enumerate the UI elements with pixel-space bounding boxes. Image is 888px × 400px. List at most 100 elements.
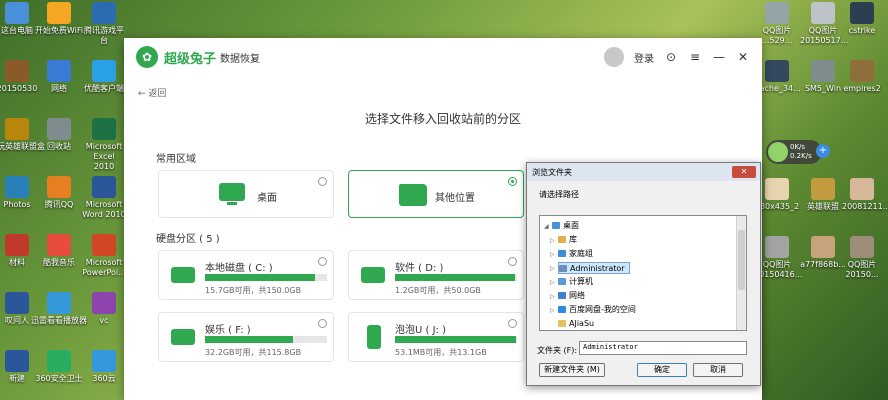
desktop-icon-right[interactable]: empires2 [842, 60, 882, 94]
drive-info: 15.7GB可用，共150.0GB [205, 286, 302, 295]
drive-usage-fill [205, 336, 293, 343]
desktop-icon[interactable]: 优酷客户端 [82, 60, 126, 94]
desktop-icon[interactable]: 迅雷看看播放器 [28, 292, 90, 326]
drive-card[interactable]: 泡泡U ( J: ) 53.1MB可用，共13.1GB [348, 312, 524, 362]
app-shortcut-icon [5, 176, 29, 198]
app-shortcut-icon [5, 350, 29, 372]
drive-radio[interactable] [508, 257, 517, 266]
tree-expand-arrow-icon[interactable]: ◢ [544, 223, 549, 230]
folder-icon [399, 184, 427, 206]
desktop-icon[interactable]: 腾讯QQ [28, 176, 90, 210]
desktop-icon-label: 腾讯QQ [44, 200, 74, 209]
tree-item[interactable]: 计算机 [558, 276, 597, 288]
app-shortcut-icon [92, 350, 116, 372]
tree-item-label: Administrator [570, 264, 625, 273]
desktop-icon-right[interactable]: 20081211... [842, 178, 888, 212]
drive-radio[interactable] [318, 257, 327, 266]
net-circle-icon [768, 142, 788, 162]
desktop-icon[interactable]: 腾讯游戏平台 [82, 2, 126, 46]
drive-info: 1.2GB可用，共50.0GB [395, 286, 481, 295]
desktop-icon[interactable]: vc [82, 292, 126, 326]
new-folder-button[interactable]: 新建文件夹 (M) [539, 363, 605, 377]
card-desktop[interactable]: 桌面 [158, 170, 334, 218]
image-file-icon [765, 60, 789, 82]
avatar[interactable] [604, 47, 624, 67]
tree-item[interactable]: 桌面 [552, 220, 583, 232]
desktop-icon-right[interactable]: SM5_Win [800, 60, 846, 94]
tree-expand-arrow-icon[interactable]: ▷ [550, 293, 555, 300]
net-speed-widget: 0K/s 0.2K/s + [766, 140, 830, 164]
radio-other-location[interactable] [508, 177, 517, 186]
desktop-icon[interactable]: Microsoft Excel 2010 [82, 118, 126, 172]
browse-folder-dialog: 浏览文件夹 ✕ 请选择路径 ◢ 桌面 ▷ 库 ▷ 家庭组 ▷ Administrator ▷ 计算… [526, 162, 761, 386]
minimize-icon[interactable]: — [712, 50, 726, 64]
drive-radio[interactable] [508, 319, 517, 328]
image-file-icon [765, 2, 789, 24]
net-expand-icon[interactable]: + [816, 144, 830, 158]
image-file-icon [850, 60, 874, 82]
tree-expand-arrow-icon[interactable]: ▷ [550, 265, 555, 272]
radio-desktop[interactable] [318, 177, 327, 186]
desktop-icon[interactable]: Microsoft Word 2010 [82, 176, 126, 220]
app-shortcut-icon [5, 2, 29, 24]
tree-item[interactable]: 百度网盘-我的空间 [558, 304, 640, 316]
desktop-icon[interactable]: 360安全卫士 [28, 350, 90, 384]
menu-icon[interactable]: ≡ [688, 50, 702, 64]
tree-item[interactable]: Administrator [558, 262, 630, 274]
tree-item[interactable]: 库 [558, 234, 581, 246]
arrow-left-icon: ← [138, 89, 146, 99]
drive-card[interactable]: 本地磁盘 ( C: ) 15.7GB可用，共150.0GB [158, 250, 334, 300]
tree-expand-arrow-icon[interactable]: ▷ [550, 307, 555, 314]
desktop-icon-right[interactable]: cstrike [842, 2, 882, 36]
tree-item-label: 桌面 [563, 221, 579, 230]
drive-name: 娱乐 ( F: ) [205, 325, 251, 336]
tree-item[interactable]: 网络 [558, 290, 589, 302]
app-shortcut-icon [47, 350, 71, 372]
back-button[interactable]: ← 返回 [138, 86, 166, 99]
app-shortcut-icon [47, 234, 71, 256]
desktop-icon[interactable]: 开始免费WiFi [28, 2, 90, 36]
tree-expand-arrow-icon[interactable]: ▷ [550, 237, 555, 244]
close-icon[interactable]: ✕ [736, 50, 750, 64]
app-shortcut-icon [92, 176, 116, 198]
desktop-icon-right[interactable]: QQ图片 20150... [842, 236, 882, 280]
desktop-icon-label: 网络 [51, 84, 67, 93]
tree-expand-arrow-icon[interactable]: ▷ [550, 279, 555, 286]
desktop-icon[interactable]: 360云 [82, 350, 126, 384]
drive-info: 32.2GB可用，共115.8GB [205, 348, 302, 357]
drive-radio[interactable] [318, 319, 327, 328]
desktop-icon-right[interactable]: a77f868b... [800, 236, 846, 270]
tree-item-label: 库 [569, 235, 577, 244]
desktop-icon[interactable]: 酷我音乐 [28, 234, 90, 268]
feedback-icon[interactable]: ⊙ [664, 50, 678, 64]
desktop-icon-label: 回收站 [47, 142, 71, 151]
desktop-icon[interactable]: 网络 [28, 60, 90, 94]
app-shortcut-icon [92, 60, 116, 82]
app-shortcut-icon [92, 118, 116, 140]
folder-icon [558, 320, 566, 327]
image-file-icon [765, 178, 789, 200]
drive-card[interactable]: 软件 ( D: ) 1.2GB可用，共50.0GB [348, 250, 524, 300]
card-other-location[interactable]: 其他位置 [348, 170, 524, 218]
monitor-icon [219, 183, 245, 201]
desktop-icon[interactable]: 回收站 [28, 118, 90, 152]
desktop-icon-right[interactable]: 英雄联盟 [800, 178, 846, 212]
tree-item[interactable]: 家庭组 [558, 248, 597, 260]
desktop-icon-right[interactable]: QQ图片 20150517... [800, 2, 848, 46]
tree-item[interactable]: AJiaSu [558, 318, 598, 330]
tree-expand-arrow-icon[interactable]: ▷ [550, 251, 555, 258]
image-file-icon [811, 2, 835, 24]
login-link[interactable]: 登录 [634, 50, 654, 65]
ok-button[interactable]: 确定 [637, 363, 687, 377]
usb-drive-icon [367, 325, 381, 349]
dialog-close-button[interactable]: ✕ [732, 166, 756, 178]
folder-input[interactable]: Administrator [579, 341, 747, 355]
folder-icon [558, 250, 566, 257]
folder-icon [558, 306, 566, 313]
drive-card[interactable]: 娱乐 ( F: ) 32.2GB可用，共115.8GB [158, 312, 334, 362]
cancel-button[interactable]: 取消 [693, 363, 743, 377]
tree-scrollbar[interactable] [736, 216, 746, 330]
desktop-icon[interactable]: Microsoft PowerPoi... [82, 234, 126, 278]
tree-scroll-thumb[interactable] [738, 230, 745, 290]
drive-name: 泡泡U ( J: ) [395, 325, 446, 336]
